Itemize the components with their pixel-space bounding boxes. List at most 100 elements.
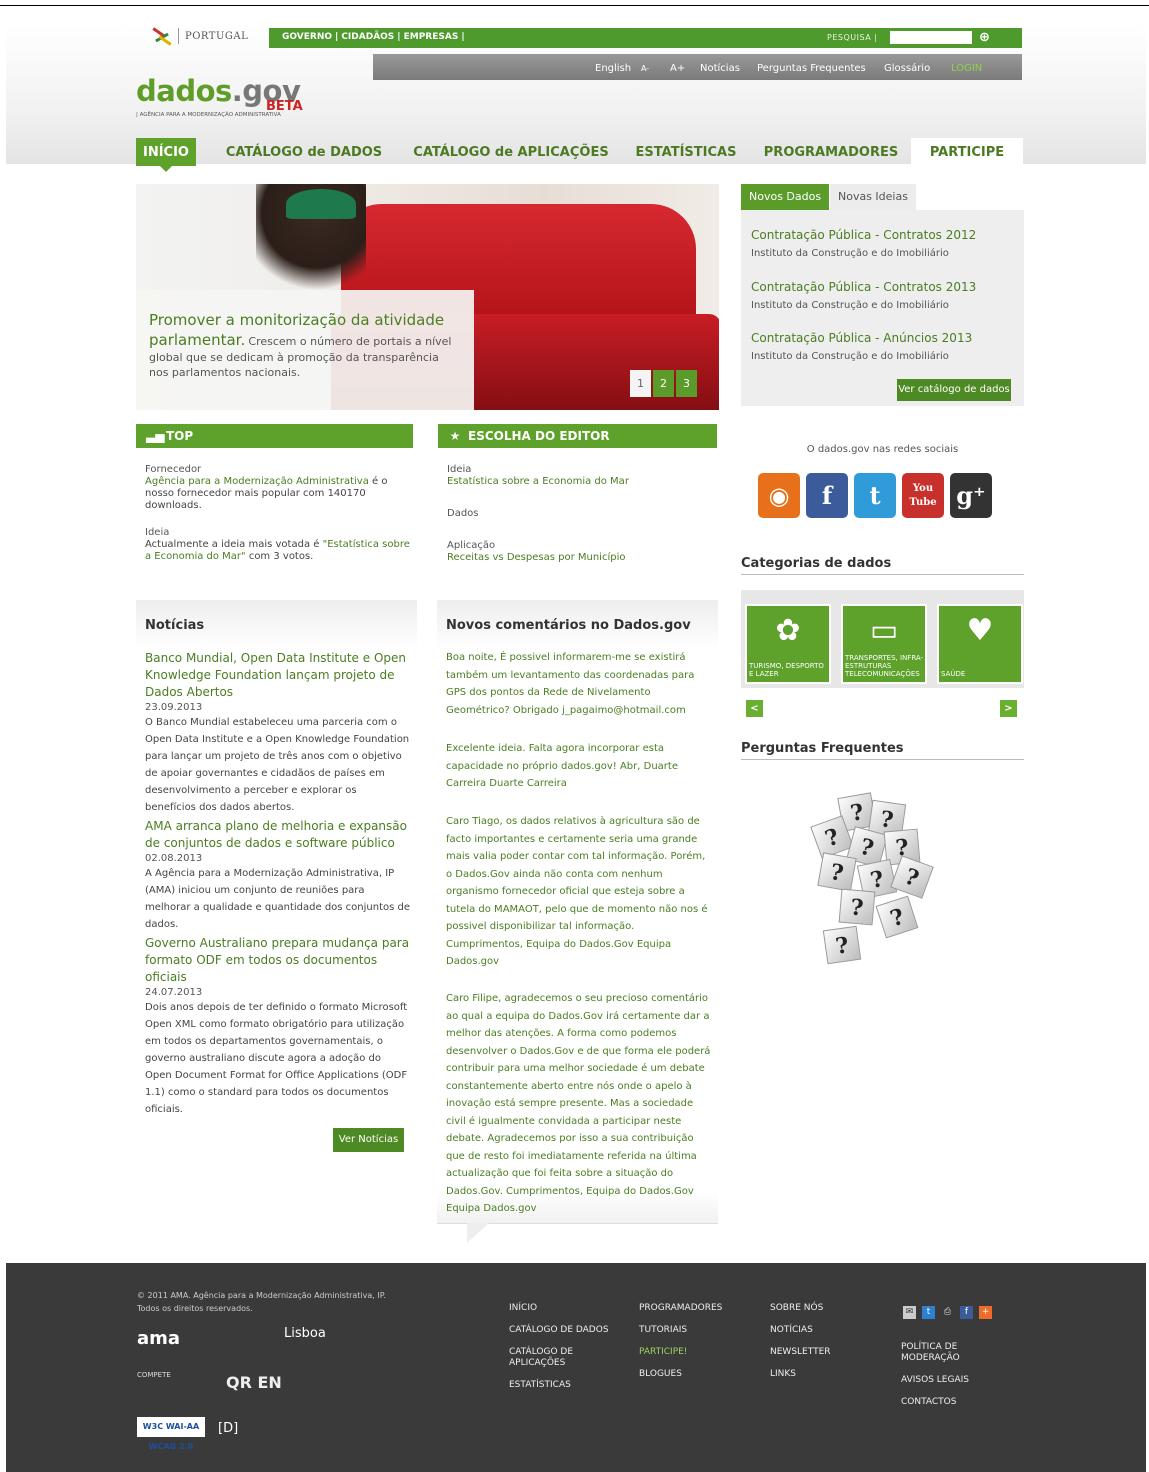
utility-link-faq[interactable]: Perguntas Frequentes xyxy=(757,63,866,74)
question-card-icon: ? xyxy=(875,895,919,939)
novos-dados-item-source: Instituto da Construção e do Imobiliário xyxy=(751,351,949,362)
nav-catalogo-aplicacoes[interactable]: CATÁLOGO de APLICAÇÕES xyxy=(411,138,611,166)
comment-item[interactable]: Excelente ideia. Falta agora incorporar … xyxy=(446,740,711,793)
search-input[interactable] xyxy=(890,31,972,44)
novos-dados-item-title[interactable]: Contratação Pública - Contratos 2012 xyxy=(751,228,976,242)
hero-page-1[interactable]: 1 xyxy=(630,370,651,397)
editor-aplicacao-link[interactable]: Receitas vs Despesas por Município xyxy=(447,552,712,564)
news-item: AMA arranca plano de melhoria e expansão… xyxy=(145,818,410,933)
hero-caption[interactable]: Promover a monitorização da atividade pa… xyxy=(136,290,474,410)
ver-noticias-button[interactable]: Ver Notícias xyxy=(333,1128,404,1152)
novos-dados-item[interactable]: Contratação Pública - Contratos 2012 Ins… xyxy=(751,228,976,259)
dados-gov-logo[interactable]: dados.gov BETA | AGÊNCIA PARA A MODERNIZ… xyxy=(136,74,303,118)
categorias-next-button[interactable]: > xyxy=(1000,700,1017,717)
nav-catalogo-dados[interactable]: CATÁLOGO de DADOS xyxy=(224,138,384,166)
print-icon[interactable]: ⎙ xyxy=(941,1306,954,1319)
news-item-body: A Agência para a Modernização Administra… xyxy=(145,868,411,930)
nav-inicio[interactable]: INÍCIO xyxy=(136,138,196,172)
d-link[interactable]: [D] xyxy=(218,1421,238,1436)
google-plus-icon[interactable]: g⁺ xyxy=(950,473,992,518)
wai-aa-badge[interactable]: W3C WAI-AA WCAG 2.0 xyxy=(137,1417,205,1451)
audience-link-cidadaos[interactable]: CIDADÃOS xyxy=(338,32,397,42)
tab-novas-ideias[interactable]: Novas Ideias xyxy=(830,184,916,210)
hero-page-3[interactable]: 3 xyxy=(676,370,697,397)
news-item-title[interactable]: AMA arranca plano de melhoria e expansão… xyxy=(145,818,410,852)
noticias-list: Banco Mundial, Open Data Institute e Ope… xyxy=(145,650,410,1120)
news-item-title[interactable]: Banco Mundial, Open Data Institute e Ope… xyxy=(145,650,410,701)
news-item-date: 23.09.2013 xyxy=(145,702,203,713)
social-title: O dados.gov nas redes sociais xyxy=(806,444,959,455)
lang-english-link[interactable]: English xyxy=(595,63,631,74)
audience-link-governo[interactable]: GOVERNO xyxy=(279,32,335,42)
editor-section-body: Ideia Estatística sobre a Economia do Ma… xyxy=(447,464,712,564)
editor-ideia-link[interactable]: Estatística sobre a Economia do Mar xyxy=(447,476,712,488)
footer-link[interactable]: INÍCIO xyxy=(509,1303,609,1314)
login-link[interactable]: LOGIN xyxy=(951,63,982,74)
qren-logo[interactable]: QR EN xyxy=(226,1373,282,1392)
news-item-body: O Banco Mundial estabeleceu uma parceria… xyxy=(145,717,410,813)
footer-link[interactable]: PARTICIPE! xyxy=(639,1347,722,1358)
utility-link-noticias[interactable]: Notícias xyxy=(700,63,740,74)
rights-text: Todos os direitos reservados. xyxy=(137,1304,253,1313)
news-item-title[interactable]: Governo Australiano prepara mudança para… xyxy=(145,935,410,986)
compete-logo[interactable]: COMPETE xyxy=(137,1371,171,1379)
novos-dados-item[interactable]: Contratação Pública - Contratos 2013 Ins… xyxy=(751,280,976,311)
news-item: Governo Australiano prepara mudança para… xyxy=(145,935,410,1118)
category-saude[interactable]: ♥ SAÚDE xyxy=(937,604,1023,684)
tab-novos-dados[interactable]: Novos Dados xyxy=(741,184,830,210)
footer-link[interactable]: SOBRE NÓS xyxy=(770,1303,831,1314)
ama-logo[interactable]: ama xyxy=(137,1328,180,1349)
fornecedor-link[interactable]: Agência para a Modernização Administrati… xyxy=(145,476,369,487)
footer-link[interactable]: CATÁLOGO DE APLICAÇÕES xyxy=(509,1347,589,1369)
comment-item[interactable]: Caro Filipe, agradecemos o seu precioso … xyxy=(446,990,711,1218)
noticias-title: Notícias xyxy=(145,618,205,633)
editor-ideia-label: Ideia xyxy=(447,464,472,475)
comment-item[interactable]: Boa noite, É possivel informarem-me se e… xyxy=(446,649,711,719)
utility-link-glossario[interactable]: Glossário xyxy=(884,63,930,74)
font-increase-button[interactable]: A+ xyxy=(670,63,685,74)
categorias-prev-button[interactable]: < xyxy=(746,700,763,717)
rss-icon[interactable]: ◉ xyxy=(758,473,800,518)
facebook-icon[interactable]: f xyxy=(806,473,848,518)
audience-link-empresas[interactable]: EMPRESAS xyxy=(401,32,462,42)
twitter-icon[interactable]: t xyxy=(922,1306,935,1319)
footer-link[interactable]: NOTÍCIAS xyxy=(770,1325,831,1336)
nav-estatisticas[interactable]: ESTATÍSTICAS xyxy=(631,138,741,166)
font-decrease-button[interactable]: A- xyxy=(641,64,649,73)
footer-link[interactable]: LINKS xyxy=(770,1369,831,1380)
search-submit-icon[interactable]: ⊕ xyxy=(977,30,992,45)
nav-participe[interactable]: PARTICIPE xyxy=(911,138,1023,166)
ideia-text-1: Actualmente a ideia mais votada é xyxy=(145,539,323,550)
add-share-icon[interactable]: + xyxy=(979,1306,992,1319)
novos-dados-item[interactable]: Contratação Pública - Anúncios 2013 Inst… xyxy=(751,331,972,362)
footer-link[interactable]: POLÍTICA DE MODERAÇÃO xyxy=(901,1342,971,1364)
footer-link[interactable]: CONTACTOS xyxy=(901,1397,971,1408)
portugal-gov-logo[interactable]: PORTUGAL xyxy=(150,26,248,46)
ver-catalogo-dados-button[interactable]: Ver catálogo de dados xyxy=(897,379,1011,401)
news-item-body: Dois anos depois de ter definido o forma… xyxy=(145,1002,408,1115)
youtube-icon[interactable]: You Tube xyxy=(902,473,944,518)
category-transportes[interactable]: ▭ TRANSPORTES, INFRA-ESTRUTURAS TELECOMU… xyxy=(841,604,927,684)
hero-page-2[interactable]: 2 xyxy=(653,370,674,397)
faq-question-marks-image[interactable]: ? ? ? ? ? ? ? ? ? ? ? xyxy=(800,790,940,980)
footer-link[interactable]: CATÁLOGO DE DADOS xyxy=(509,1325,609,1336)
comment-item[interactable]: Caro Tiago, os dados relativos à agricul… xyxy=(446,813,711,971)
footer-link[interactable]: NEWSLETTER xyxy=(770,1347,831,1358)
twitter-icon[interactable]: t xyxy=(854,473,896,518)
question-card-icon: ? xyxy=(822,925,862,965)
lisboa-logo[interactable]: Lisboa xyxy=(284,1326,326,1341)
podium-icon: ▃▅ xyxy=(146,429,165,443)
footer-link[interactable]: AVISOS LEGAIS xyxy=(901,1375,971,1386)
facebook-icon[interactable]: f xyxy=(960,1306,973,1319)
novos-dados-item-title[interactable]: Contratação Pública - Contratos 2013 xyxy=(751,280,976,294)
footer-link[interactable]: BLOGUES xyxy=(639,1369,722,1380)
footer-link[interactable]: ESTATÍSTICAS xyxy=(509,1380,609,1391)
novos-dados-item-title[interactable]: Contratação Pública - Anúncios 2013 xyxy=(751,331,972,345)
nav-programadores[interactable]: PROGRAMADORES xyxy=(761,138,901,166)
footer-link[interactable]: TUTORIAIS xyxy=(639,1325,722,1336)
comentarios-panel: Novos comentários no Dados.gov Boa noite… xyxy=(437,600,718,1243)
hero-slider[interactable]: Promover a monitorização da atividade pa… xyxy=(136,184,719,410)
category-turismo[interactable]: ✿ TURISMO, DESPORTO E LAZER xyxy=(745,604,831,684)
email-icon[interactable]: ✉ xyxy=(903,1306,916,1319)
footer-link[interactable]: PROGRAMADORES xyxy=(639,1303,722,1314)
